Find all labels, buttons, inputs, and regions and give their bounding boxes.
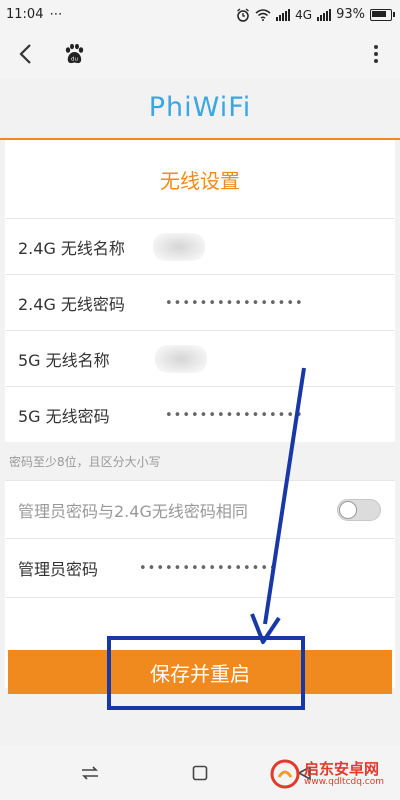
alarm-icon (237, 7, 250, 22)
signal-icon (276, 8, 291, 21)
signal-icon-2 (317, 8, 332, 21)
chevron-left-icon (19, 44, 31, 64)
more-notifications-icon: ⋯ (49, 7, 63, 22)
settings-card: 无线设置 2.4G 无线名称 2.4G 无线密码 •••••••••••••••… (0, 140, 400, 688)
phiwifi-logo: PhiWiFi (148, 91, 252, 123)
password-5g-input[interactable]: •••••••••••••••• (165, 408, 304, 423)
row-admin-password[interactable]: 管理员密码 •••••••••••••••• (5, 538, 395, 598)
site-watermark: 启东安卓网 www.qdltcdq.com (270, 752, 400, 796)
baidu-paw-icon[interactable]: du (62, 42, 86, 66)
status-right: 4G 93% (236, 7, 395, 22)
app-toolbar: du (0, 30, 400, 78)
admin-password-input[interactable]: •••••••••••••••• (139, 561, 278, 576)
logo-area: PhiWiFi (0, 78, 400, 136)
watermark-text: 启东安卓网 www.qdltcdq.com (304, 761, 384, 788)
status-time: 11:04 (6, 7, 44, 22)
row-5g-password[interactable]: 5G 无线密码 •••••••••••••••• (5, 386, 395, 443)
status-left: 11:04 ⋯ (6, 7, 62, 22)
admin-same-toggle[interactable] (337, 499, 381, 521)
blurred-ssid-value (155, 345, 207, 373)
status-bar: 11:04 ⋯ 4G 93% (0, 0, 400, 30)
home-square-icon (192, 765, 208, 781)
more-menu-button[interactable] (362, 38, 390, 70)
row-5g-ssid[interactable]: 5G 无线名称 (5, 330, 395, 387)
watermark-url: www.qdltcdq.com (304, 776, 385, 787)
row-admin-same-toggle: 管理员密码与2.4G无线密码相同 (5, 480, 395, 539)
password-24g-input[interactable]: •••••••••••••••• (165, 296, 304, 311)
watermark-logo-icon (270, 759, 300, 789)
page-title: 无线设置 (160, 168, 240, 193)
toggle-label: 管理员密码与2.4G无线密码相同 (18, 502, 248, 521)
hint-text: 密码至少8位，且区分大小写 (9, 454, 161, 469)
wifi-icon (255, 8, 271, 21)
home-button[interactable] (186, 760, 214, 786)
battery-percent: 93% (336, 7, 365, 22)
field-label: 5G 无线密码 (18, 407, 110, 426)
more-vertical-icon (374, 45, 378, 63)
password-hint: 密码至少8位，且区分大小写 (0, 442, 400, 480)
save-and-restart-button[interactable]: 保存并重启 (8, 650, 392, 694)
field-label: 5G 无线名称 (18, 351, 110, 370)
content-area: PhiWiFi 无线设置 2.4G 无线名称 2.4G 无线密码 •••••••… (0, 78, 400, 746)
toggle-knob (339, 501, 357, 519)
field-label: 2.4G 无线名称 (18, 239, 125, 258)
network-type: 4G (295, 7, 313, 22)
watermark-title: 启东安卓网 (304, 759, 380, 778)
field-label: 管理员密码 (18, 560, 99, 579)
recents-switch-icon (82, 766, 98, 780)
battery-icon (370, 8, 395, 21)
field-label: 2.4G 无线密码 (18, 295, 125, 314)
row-24g-password[interactable]: 2.4G 无线密码 •••••••••••••••• (5, 274, 395, 331)
svg-text:du: du (71, 57, 78, 63)
recents-button[interactable] (76, 760, 104, 786)
back-button[interactable] (10, 38, 42, 70)
row-24g-ssid[interactable]: 2.4G 无线名称 (5, 218, 395, 275)
blurred-ssid-value (153, 233, 205, 261)
